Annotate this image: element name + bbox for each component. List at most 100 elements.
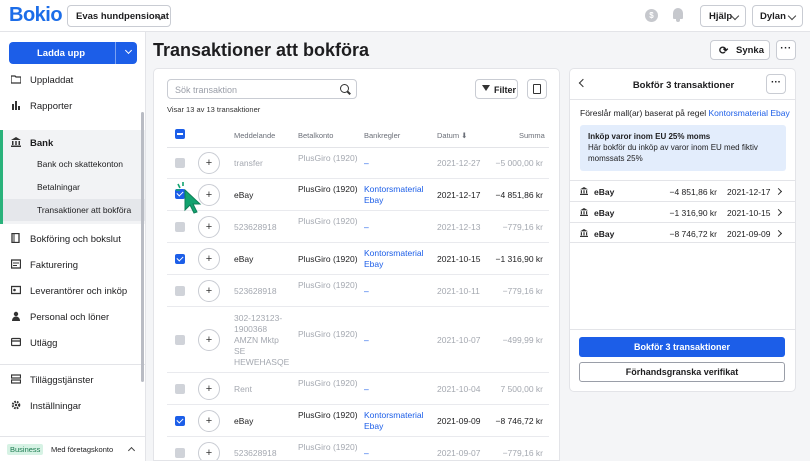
search-input[interactable]: Sök transaktion	[167, 79, 357, 99]
gear-icon	[11, 400, 21, 410]
row-rule[interactable]: Kontorsmaterial Ebay	[364, 248, 432, 270]
column-header-date[interactable]: Datum ⬇	[437, 131, 467, 140]
sidebar-sub-transaktioner[interactable]: Transaktioner att bokföra	[3, 199, 145, 221]
more-options-button[interactable]: ···	[776, 40, 796, 60]
selected-transaction-item[interactable]: eBay −8 746,72 kr 2021-09-09	[570, 222, 795, 243]
column-header-desc: Meddelande	[234, 131, 276, 140]
sync-icon: ⟳	[719, 45, 729, 57]
row-checkbox[interactable]	[175, 416, 185, 426]
sync-button[interactable]: ⟳ Synka	[710, 40, 770, 60]
plan-footer[interactable]: Business Med företagskonto	[0, 436, 145, 461]
sidebar-sub-bank-och-skattekonton[interactable]: Bank och skattekonton	[0, 153, 145, 175]
template-title: Inköp varor inom EU 25% moms	[588, 132, 711, 141]
row-checkbox[interactable]	[175, 335, 185, 345]
upload-button[interactable]: Ladda upp	[9, 42, 137, 64]
company-select[interactable]: Evas hundpensionat	[67, 5, 171, 27]
row-rule: –	[364, 384, 369, 394]
row-checkbox[interactable]	[175, 286, 185, 296]
book-transactions-button[interactable]: Bokför 3 transaktioner	[579, 337, 785, 357]
table-row[interactable]: + eBay PlusGiro (1920) Kontorsmaterial E…	[167, 243, 549, 275]
item-name: eBay	[594, 229, 615, 239]
chevron-right-icon	[774, 208, 783, 217]
preview-verification-button[interactable]: Förhandsgranska verifikat	[579, 362, 785, 382]
sidebar-item-leverantorer[interactable]: Leverantörer och inköp	[0, 281, 145, 301]
selected-transaction-item[interactable]: eBay −4 851,86 kr 2021-12-17	[570, 180, 795, 200]
row-checkbox[interactable]	[175, 158, 185, 168]
add-icon[interactable]: +	[198, 152, 220, 174]
transactions-panel: Sök transaktion Filter Visar 13 av 13 tr…	[153, 68, 560, 461]
row-rule[interactable]: Kontorsmaterial Ebay	[364, 410, 432, 432]
sidebar-item-bokforing[interactable]: Bokföring och bokslut	[0, 229, 145, 249]
row-checkbox[interactable]	[175, 254, 185, 264]
item-date: 2021-10-15	[727, 208, 771, 218]
rule-link[interactable]: Kontorsmaterial Ebay	[709, 108, 790, 118]
booking-more-button[interactable]: ···	[766, 74, 786, 94]
row-account: PlusGiro (1920)	[298, 329, 358, 339]
row-desc: eBay	[234, 416, 254, 426]
help-menu[interactable]: Hjälp	[700, 5, 746, 27]
bank-icon	[580, 187, 588, 195]
sidebar-item-utlagg[interactable]: Utlägg	[0, 333, 145, 353]
sidebar-item-rapporter[interactable]: Rapporter	[0, 96, 145, 116]
item-amount: −8 746,72 kr	[669, 229, 718, 239]
sync-label: Synka	[736, 45, 764, 56]
suggestion-text: Föreslår mall(ar) baserat på regel	[580, 108, 709, 118]
add-icon[interactable]: +	[198, 410, 220, 432]
result-count: Visar 13 av 13 transaktioner	[167, 105, 261, 114]
sidebar-item-label: Bokföring och bokslut	[30, 234, 121, 245]
select-all-checkbox[interactable]	[175, 129, 185, 139]
export-button[interactable]	[527, 79, 547, 99]
sidebar-item-uppladdat[interactable]: Uppladdat	[0, 70, 145, 90]
sidebar-item-personal[interactable]: Personal och löner	[0, 307, 145, 327]
table-row[interactable]: + 523628918 PlusGiro (1920) – 2021-12-13…	[167, 211, 549, 243]
supplier-icon	[11, 285, 21, 295]
sidebar-item-installningar[interactable]: Inställningar	[0, 396, 145, 416]
table-row[interactable]: + Rent PlusGiro (1920) – 2021-10-04 7 50…	[167, 373, 549, 405]
sidebar-sub-betalningar[interactable]: Betalningar	[0, 176, 145, 198]
table-row[interactable]: + eBay PlusGiro (1920) Kontorsmaterial E…	[167, 405, 549, 437]
row-amount: −1 316,90 kr	[495, 254, 544, 264]
sidebar-item-label: Inställningar	[30, 401, 82, 412]
table-row[interactable]: + eBay PlusGiro (1920) Kontorsmaterial E…	[167, 179, 549, 211]
table-row[interactable]: + 302-123123-1900368 AMZN Mktp SE HEWEHA…	[167, 307, 549, 373]
add-icon[interactable]: +	[198, 216, 220, 238]
row-rule: –	[364, 222, 369, 232]
add-icon[interactable]: +	[198, 329, 220, 351]
row-desc: transfer	[234, 158, 263, 168]
row-checkbox[interactable]	[175, 222, 185, 232]
sidebar-item-bank[interactable]: Bank	[0, 133, 145, 153]
addon-icon	[11, 374, 21, 384]
table-row[interactable]: + 523628918 PlusGiro (1920) – 2021-09-07…	[167, 437, 549, 460]
add-icon[interactable]: +	[198, 280, 220, 302]
selected-transaction-item[interactable]: eBay −1 316,90 kr 2021-10-15	[570, 201, 795, 221]
export-icon	[533, 84, 541, 94]
filter-button[interactable]: Filter	[475, 79, 518, 99]
table-row[interactable]: + transfer PlusGiro (1920) – 2021-12-27 …	[167, 148, 549, 179]
chevron-down-icon[interactable]	[124, 46, 133, 55]
sidebar-item-label: Fakturering	[30, 260, 79, 271]
booking-panel-title: Bokför 3 transaktioner	[632, 80, 735, 91]
row-checkbox[interactable]	[175, 448, 185, 458]
coin-icon[interactable]: $	[645, 9, 658, 22]
invoice-icon	[11, 259, 21, 269]
row-date: 2021-09-07	[437, 448, 481, 458]
sidebar-item-label: Bank	[30, 138, 54, 149]
row-rule[interactable]: Kontorsmaterial Ebay	[364, 184, 432, 206]
row-rule: –	[364, 448, 369, 458]
table-row[interactable]: + 523628918 PlusGiro (1920) – 2021-10-11…	[167, 275, 549, 307]
add-icon[interactable]: +	[198, 248, 220, 270]
user-menu[interactable]: Dylan	[752, 5, 803, 27]
add-icon[interactable]: +	[198, 442, 220, 460]
row-account: PlusGiro (1920)	[298, 378, 358, 388]
template-info-box[interactable]: Inköp varor inom EU 25% moms Här bokför …	[580, 125, 786, 171]
sidebar-item-fakturering[interactable]: Fakturering	[0, 255, 145, 275]
bokio-logo[interactable]: Bokio	[9, 4, 63, 27]
item-amount: −1 316,90 kr	[669, 208, 718, 218]
sidebar-scrollbar[interactable]	[141, 112, 144, 382]
bell-icon[interactable]	[672, 8, 684, 22]
row-checkbox[interactable]	[175, 384, 185, 394]
item-name: eBay	[594, 187, 615, 197]
row-amount: −779,16 kr	[502, 286, 543, 296]
sidebar-item-tillagg[interactable]: Tilläggstjänster	[0, 370, 145, 390]
add-icon[interactable]: +	[198, 378, 220, 400]
